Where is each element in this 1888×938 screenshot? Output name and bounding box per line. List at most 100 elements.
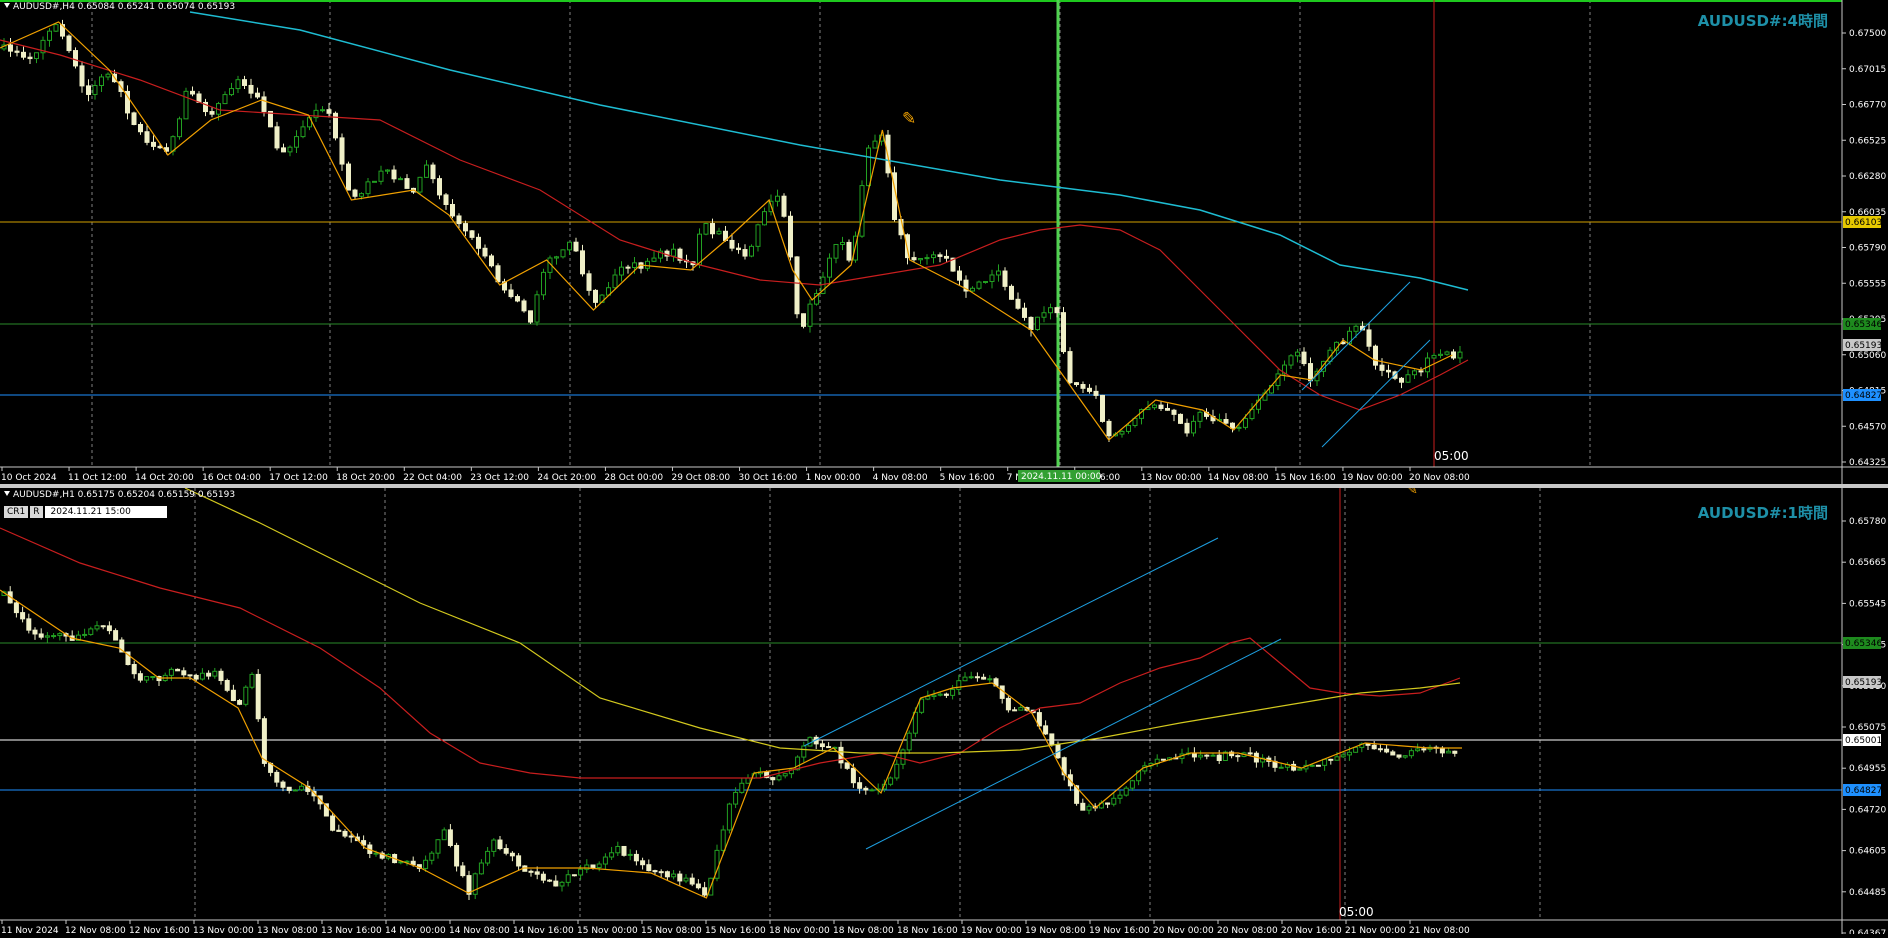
collapse-triangle-icon[interactable] — [4, 491, 10, 496]
h1-candle — [1371, 744, 1377, 750]
h4-candle — [372, 180, 377, 183]
h4-chart-window[interactable]: ✎ 0.67500 0.67015 0.66770 0.66525 0.66280 0.66… — [0, 0, 1888, 484]
h4-candle — [573, 241, 579, 252]
h4-candle — [86, 85, 91, 95]
h1-candle — [57, 633, 63, 637]
price-label: 0.64570 — [1849, 422, 1886, 432]
h4-candle — [1061, 312, 1066, 353]
h4-candle — [326, 109, 332, 114]
h1-candle — [373, 852, 379, 855]
h1-candle — [1018, 707, 1024, 711]
time-label: 12 Nov 08:00 — [65, 926, 126, 934]
h1-candle — [410, 860, 416, 866]
h1-candle — [844, 762, 850, 769]
h1-candle — [1452, 750, 1458, 754]
h4-candle — [625, 266, 631, 269]
time-label: 19 Nov 08:00 — [1025, 926, 1086, 934]
h1-candle — [106, 625, 112, 632]
h1-candle — [1309, 764, 1315, 767]
h1-candle — [1123, 787, 1129, 796]
zigzag-line — [0, 589, 1462, 899]
h1-candle — [689, 877, 695, 885]
h4-candle — [385, 169, 390, 172]
cursor-time-label: 05:00 — [1339, 905, 1374, 919]
time-label: 13 Nov 00:00 — [1141, 473, 1202, 483]
h1-candle — [1322, 758, 1328, 766]
h1-candle — [274, 771, 280, 783]
h4-candle — [320, 109, 325, 112]
h4-candle — [14, 50, 20, 53]
time-label: 14 Nov 00:00 — [385, 926, 446, 934]
h4-candle — [840, 241, 845, 245]
h4-candle — [1080, 384, 1086, 389]
h4-candle — [1197, 411, 1203, 422]
h4-candle — [1243, 418, 1248, 428]
h1-candle — [540, 873, 546, 881]
h4-candle — [593, 289, 598, 303]
h1-candle — [26, 618, 32, 631]
h1-candle — [894, 763, 900, 779]
h1-candle — [819, 743, 825, 748]
h4-candle — [801, 313, 806, 327]
h1-candle — [51, 635, 57, 638]
h4-candle — [424, 164, 429, 178]
time-label: 30 Oct 16:00 — [739, 473, 798, 483]
price-label: 0.65780 — [1849, 517, 1886, 527]
time-label: 19 Nov 00:00 — [961, 926, 1022, 934]
h4-candle — [476, 236, 481, 249]
price-label: 0.64720 — [1849, 805, 1886, 815]
date-input[interactable]: 2024.11.21 15:00 — [44, 506, 167, 518]
h1-candle — [900, 749, 906, 765]
h4-candle — [300, 126, 306, 138]
h4-candle — [911, 257, 917, 261]
h4-candle — [378, 170, 384, 182]
time-label: 19 Nov 16:00 — [1089, 926, 1150, 934]
time-label: 13 Nov 16:00 — [321, 926, 382, 934]
h1-candle — [175, 668, 181, 672]
h4-candle — [697, 233, 702, 266]
cr1-button[interactable]: CR1 — [4, 506, 29, 518]
h4-candle — [1171, 409, 1177, 415]
h1-candle — [671, 873, 677, 878]
h1-candle — [739, 782, 745, 793]
h4-candle — [775, 195, 780, 202]
price-tag-label: 0.65193 — [1845, 678, 1882, 688]
h1-candle — [299, 785, 305, 791]
h1-candle — [857, 782, 863, 789]
h1-candle — [1278, 766, 1284, 769]
h1-candle — [1129, 780, 1135, 789]
h1-candle — [454, 844, 460, 867]
h1-candle — [348, 835, 354, 838]
h4-candle — [1405, 374, 1411, 383]
h4-candle — [404, 178, 410, 189]
h1-candle — [100, 625, 106, 628]
h4-candle — [1100, 394, 1105, 422]
h4-candle — [1288, 355, 1294, 366]
h1-candle — [782, 773, 788, 777]
h1-candle — [497, 839, 503, 850]
h4-candle — [1158, 404, 1164, 409]
h1-candle — [621, 845, 627, 856]
h1-chart-title: AUDUSD#:1時間 — [1697, 504, 1828, 522]
h1-candle — [131, 664, 137, 675]
h4-candle — [151, 141, 156, 147]
r-button[interactable]: R — [30, 506, 43, 518]
h1-chart-window[interactable]: ✎0.657800.656650.655450.654250.653100.65… — [0, 483, 1888, 938]
collapse-triangle-icon[interactable] — [4, 3, 10, 8]
h4-chart-canvas[interactable]: ✎ 0.67500 0.67015 0.66770 0.66525 0.66280 0.66… — [0, 0, 1888, 484]
h1-candle — [937, 693, 943, 696]
time-label: 29 Oct 08:00 — [671, 473, 730, 483]
h1-chart-canvas[interactable]: ✎0.657800.656650.655450.654250.653100.65… — [0, 483, 1888, 938]
h4-candle — [1386, 369, 1391, 373]
h1-candle — [596, 863, 602, 869]
h1-candle — [1105, 802, 1111, 805]
h4-candle — [1373, 345, 1378, 366]
h4-candle — [1074, 382, 1079, 386]
h4-candle — [931, 254, 936, 259]
h4-candle — [515, 296, 520, 302]
ma-yellow-line — [184, 487, 1461, 754]
h1-candle — [646, 864, 652, 872]
h4-candle — [1022, 307, 1027, 318]
h1-candle — [1390, 751, 1396, 756]
h4-candle — [1223, 419, 1229, 424]
